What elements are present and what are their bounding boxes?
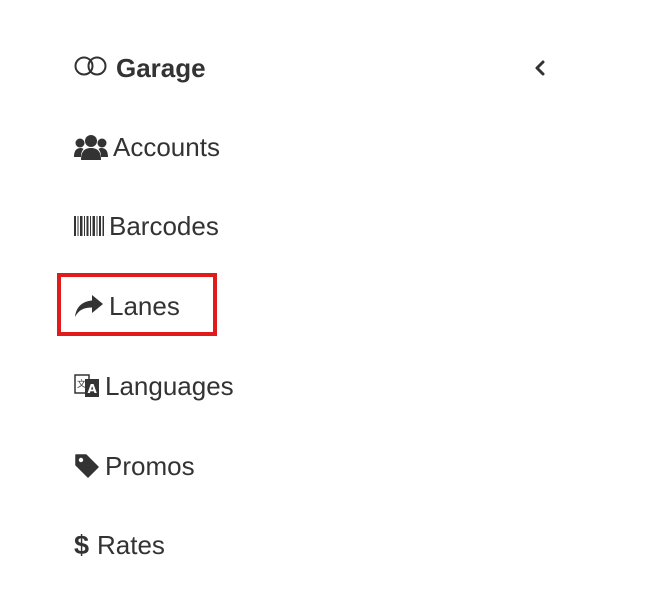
barcode-icon	[74, 214, 104, 238]
dollar-icon: $	[74, 529, 90, 560]
sidebar-item-promos[interactable]: Promos	[74, 446, 195, 486]
sidebar-item-barcodes[interactable]: Barcodes	[74, 206, 219, 246]
language-icon: 文 A	[74, 373, 100, 399]
sidebar-item-accounts[interactable]: Accounts	[74, 127, 220, 167]
svg-text:文: 文	[77, 378, 86, 390]
toggle-icon	[74, 56, 108, 81]
sidebar-item-rates[interactable]: $ Rates	[74, 525, 165, 565]
sidebar-item-label: Promos	[105, 450, 195, 481]
svg-text:A: A	[88, 382, 98, 396]
sidebar-menu: Garage Accounts Barcodes Lanes 文 A Langu…	[0, 0, 646, 602]
highlight-box	[57, 273, 217, 336]
sidebar-item-label: Languages	[105, 370, 234, 401]
menu-header[interactable]: Garage	[74, 48, 554, 88]
tag-icon	[74, 453, 100, 479]
sidebar-item-label: Rates	[97, 529, 165, 560]
sidebar-item-label: Barcodes	[109, 210, 219, 241]
sidebar-item-languages[interactable]: 文 A Languages	[74, 366, 234, 406]
chevron-left-icon[interactable]	[528, 56, 552, 80]
users-icon	[74, 133, 108, 161]
sidebar-item-label: Accounts	[113, 131, 220, 162]
menu-title: Garage	[116, 52, 206, 83]
